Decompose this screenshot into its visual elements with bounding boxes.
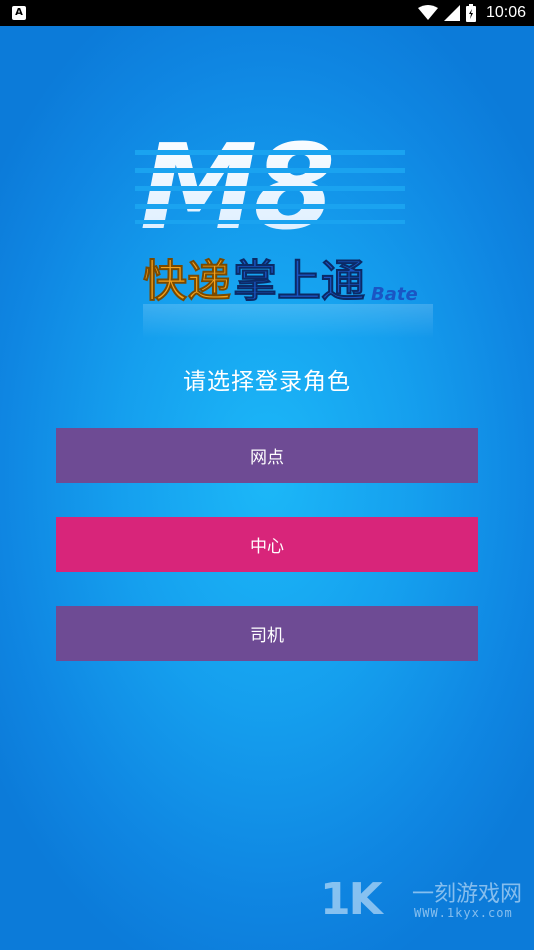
- role-button-outlet[interactable]: 网点: [56, 428, 478, 483]
- watermark-title: 一刻游戏网: [412, 882, 523, 907]
- role-button-center[interactable]: 中心: [56, 517, 478, 572]
- notification-icon: A: [12, 6, 26, 20]
- wifi-icon: [417, 5, 438, 20]
- logo-title-orange: 快递: [143, 256, 231, 307]
- logo-badge: Bate: [371, 284, 418, 305]
- watermark: 1K 一刻游戏网 WWW.1kyx.com: [320, 872, 534, 932]
- role-button-driver[interactable]: 司机: [56, 606, 478, 661]
- status-time: 10:06: [485, 4, 526, 21]
- signal-icon: [443, 5, 460, 21]
- app-logo: M8 快递 掌上通 Bate: [135, 120, 433, 338]
- role-prompt: 请选择登录角色: [183, 369, 351, 395]
- battery-icon: [465, 4, 476, 22]
- watermark-url: WWW.1kyx.com: [414, 906, 513, 920]
- logo-reflection: [143, 304, 433, 338]
- status-bar: A 10:06: [0, 0, 534, 26]
- logo-title-blue: 掌上通: [233, 256, 365, 307]
- watermark-brand: 1K: [320, 874, 383, 925]
- status-icons: 10:06: [417, 0, 526, 26]
